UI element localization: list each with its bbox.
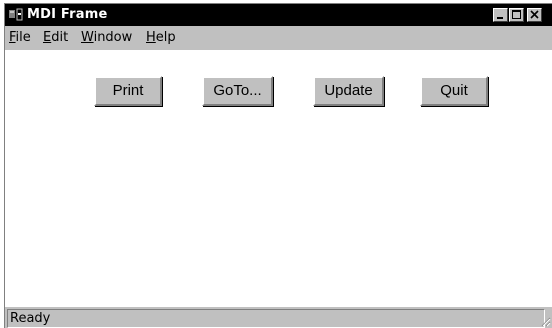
close-icon <box>530 10 539 19</box>
quit-button[interactable]: Quit <box>420 76 488 106</box>
minimize-button[interactable] <box>493 8 508 22</box>
window-title: MDI Frame <box>27 7 108 22</box>
maximize-icon <box>512 10 521 19</box>
status-text: Ready <box>10 311 51 326</box>
minimize-icon <box>497 17 503 19</box>
update-button[interactable]: Update <box>313 76 384 106</box>
maximize-button[interactable] <box>509 8 524 22</box>
status-bar: Ready <box>5 307 552 328</box>
app-icon[interactable] <box>8 8 24 22</box>
title-bar[interactable]: MDI Frame <box>5 4 552 26</box>
mdi-client-area[interactable]: Print GoTo... Update Quit <box>5 50 552 307</box>
status-pane: Ready <box>7 309 545 328</box>
menu-bar: File Edit Window Help <box>5 26 552 50</box>
menu-help[interactable]: Help <box>146 30 176 45</box>
resize-grip-icon[interactable] <box>539 315 551 327</box>
close-button[interactable] <box>527 8 542 22</box>
menu-file[interactable]: File <box>9 30 31 45</box>
goto-button[interactable]: GoTo... <box>202 76 273 106</box>
mdi-frame-window: MDI Frame File Edit Window Help Print Go… <box>4 3 552 328</box>
menu-window[interactable]: Window <box>81 30 132 45</box>
menu-edit[interactable]: Edit <box>43 30 68 45</box>
print-button[interactable]: Print <box>94 76 162 106</box>
